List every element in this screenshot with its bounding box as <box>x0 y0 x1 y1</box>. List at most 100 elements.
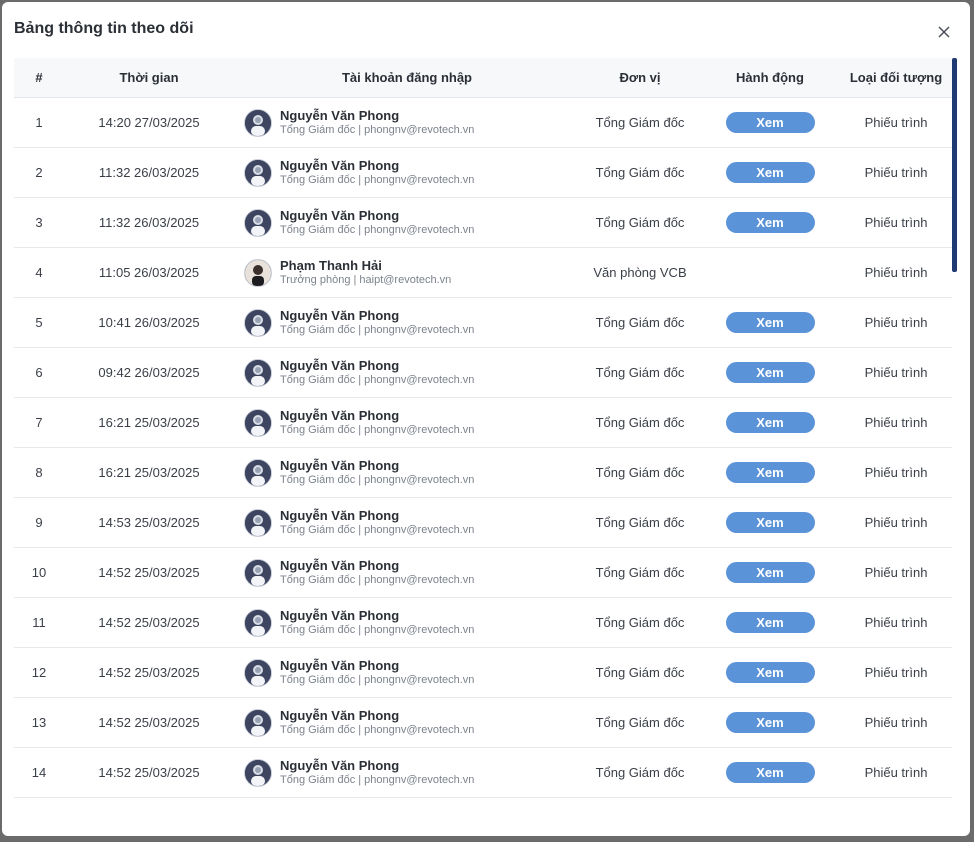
account-name: Nguyễn Văn Phong <box>280 457 400 473</box>
header-account: Tài khoản đăng nhập <box>341 70 472 85</box>
view-button[interactable]: Xem <box>725 762 815 783</box>
row-object-type: Phiếu trình <box>864 215 928 230</box>
account-name: Nguyễn Văn Phong <box>280 157 400 173</box>
view-button[interactable]: Xem <box>725 512 815 533</box>
account-subtitle: Tổng Giám đốc | phongnv@revotech.vn <box>280 523 475 536</box>
avatar <box>244 258 272 287</box>
close-button[interactable] <box>932 20 956 44</box>
row-index: 7 <box>35 415 43 430</box>
account-name: Nguyễn Văn Phong <box>280 357 400 373</box>
table-row: 14 14:52 25/03/2025 Nguyễn Văn Phong Tổng G… <box>14 748 952 798</box>
table-row: 9 14:53 25/03/2025 Nguyễn Văn Phong Tổng Gi… <box>14 498 952 548</box>
row-account: Nguyễn Văn Phong Tổng Giám đốc | phongnv@… <box>234 608 580 638</box>
account-name: Phạm Thanh Hải <box>280 257 382 273</box>
row-time: 14:52 25/03/2025 <box>98 765 200 780</box>
avatar <box>244 208 272 237</box>
account-subtitle: Tổng Giám đốc | phongnv@revotech.vn <box>280 223 475 236</box>
row-action-cell: Xem <box>700 162 840 183</box>
row-unit: Tổng Giám đốc <box>595 515 685 530</box>
row-action-cell: Xem <box>700 212 840 233</box>
row-index: 11 <box>32 615 46 630</box>
row-object-type: Phiếu trình <box>864 265 928 280</box>
row-object-type: Phiếu trình <box>864 565 928 580</box>
table-body: 1 14:20 27/03/2025 Nguyễn Văn Phong Tổng Gi… <box>14 98 952 798</box>
table-row: 2 11:32 26/03/2025 Nguyễn Văn Phong Tổng Gi… <box>14 148 952 198</box>
account-name: Nguyễn Văn Phong <box>280 107 400 123</box>
close-icon <box>938 26 950 38</box>
row-action-cell: Xem <box>700 362 840 383</box>
avatar <box>244 558 272 587</box>
vertical-scrollbar[interactable] <box>952 58 957 272</box>
row-action-cell: Xem <box>700 662 840 683</box>
row-account: Nguyễn Văn Phong Tổng Giám đốc | phongnv@… <box>234 508 580 538</box>
account-subtitle: Tổng Giám đốc | phongnv@revotech.vn <box>280 173 475 186</box>
account-subtitle: Tổng Giám đốc | phongnv@revotech.vn <box>280 623 475 636</box>
row-action-cell: Xem <box>700 112 840 133</box>
row-time: 14:53 25/03/2025 <box>98 515 200 530</box>
row-account: Nguyễn Văn Phong Tổng Giám đốc | phongnv@… <box>234 108 580 138</box>
row-unit: Tổng Giám đốc <box>595 165 685 180</box>
row-unit: Tổng Giám đốc <box>595 315 685 330</box>
account-subtitle: Tổng Giám đốc | phongnv@revotech.vn <box>280 573 475 586</box>
row-time: 10:41 26/03/2025 <box>98 315 200 330</box>
row-account: Nguyễn Văn Phong Tổng Giám đốc | phongnv@… <box>234 758 580 788</box>
account-name: Nguyễn Văn Phong <box>280 707 400 723</box>
row-time: 11:32 26/03/2025 <box>98 165 200 180</box>
row-time: 11:05 26/03/2025 <box>98 265 200 280</box>
row-account: Phạm Thanh Hải Trưởng phòng | haipt@revot… <box>234 258 580 288</box>
row-index: 14 <box>31 765 47 780</box>
view-button[interactable]: Xem <box>725 112 815 133</box>
row-object-type: Phiếu trình <box>864 515 928 530</box>
row-time: 14:52 25/03/2025 <box>98 565 200 580</box>
row-action-cell: Xem <box>700 512 840 533</box>
account-name: Nguyễn Văn Phong <box>280 407 400 423</box>
header-action: Hành động <box>736 70 804 85</box>
view-button[interactable]: Xem <box>725 612 815 633</box>
row-account: Nguyễn Văn Phong Tổng Giám đốc | phongnv@… <box>234 408 580 438</box>
view-button[interactable]: Xem <box>725 412 815 433</box>
table-row: 3 11:32 26/03/2025 Nguyễn Văn Phong Tổng Gi… <box>14 198 952 248</box>
row-time: 09:42 26/03/2025 <box>98 365 200 380</box>
account-subtitle: Tổng Giám đốc | phongnv@revotech.vn <box>280 423 475 436</box>
view-button[interactable]: Xem <box>725 212 815 233</box>
account-name: Nguyễn Văn Phong <box>280 657 400 673</box>
table-row: 1 14:20 27/03/2025 Nguyễn Văn Phong Tổng Gi… <box>14 98 952 148</box>
view-button[interactable]: Xem <box>725 362 815 383</box>
row-unit: Tổng Giám đốc <box>595 715 685 730</box>
tracking-info-modal: Bảng thông tin theo dõi # Thời gian Tài … <box>2 2 970 836</box>
account-name: Nguyễn Văn Phong <box>280 757 400 773</box>
table-header: # Thời gian Tài khoản đăng nhập Đơn vị H… <box>14 58 952 98</box>
account-subtitle: Tổng Giám đốc | phongnv@revotech.vn <box>280 323 475 336</box>
avatar <box>244 358 272 387</box>
avatar <box>244 508 272 537</box>
table-row: 6 09:42 26/03/2025 Nguyễn Văn Phong Tổng Gi… <box>14 348 952 398</box>
row-unit: Tổng Giám đốc <box>595 115 685 130</box>
row-action-cell: Xem <box>700 612 840 633</box>
row-unit: Tổng Giám đốc <box>595 215 685 230</box>
row-action-cell: Xem <box>700 712 840 733</box>
view-button[interactable]: Xem <box>725 662 815 683</box>
row-account: Nguyễn Văn Phong Tổng Giám đốc | phongnv@… <box>234 208 580 238</box>
account-subtitle: Tổng Giám đốc | phongnv@revotech.vn <box>280 723 475 736</box>
row-object-type: Phiếu trình <box>864 765 928 780</box>
row-index: 5 <box>35 315 43 330</box>
view-button[interactable]: Xem <box>725 162 815 183</box>
row-object-type: Phiếu trình <box>864 365 928 380</box>
view-button[interactable]: Xem <box>725 312 815 333</box>
table-row: 11 14:52 25/03/2025 Nguyễn Văn Phong Tổng G… <box>14 598 952 648</box>
row-unit: Tổng Giám đốc <box>595 665 685 680</box>
account-name: Nguyễn Văn Phong <box>280 557 400 573</box>
account-subtitle: Trưởng phòng | haipt@revotech.vn <box>280 273 452 286</box>
avatar <box>244 158 272 187</box>
row-unit: Văn phòng VCB <box>593 265 687 280</box>
view-button[interactable]: Xem <box>725 462 815 483</box>
account-name: Nguyễn Văn Phong <box>280 507 400 523</box>
row-index: 4 <box>35 265 43 280</box>
row-unit: Tổng Giám đốc <box>595 365 685 380</box>
row-account: Nguyễn Văn Phong Tổng Giám đốc | phongnv@… <box>234 358 580 388</box>
view-button[interactable]: Xem <box>725 712 815 733</box>
view-button[interactable]: Xem <box>725 562 815 583</box>
row-unit: Tổng Giám đốc <box>595 465 685 480</box>
row-account: Nguyễn Văn Phong Tổng Giám đốc | phongnv@… <box>234 158 580 188</box>
row-time: 14:52 25/03/2025 <box>98 665 200 680</box>
